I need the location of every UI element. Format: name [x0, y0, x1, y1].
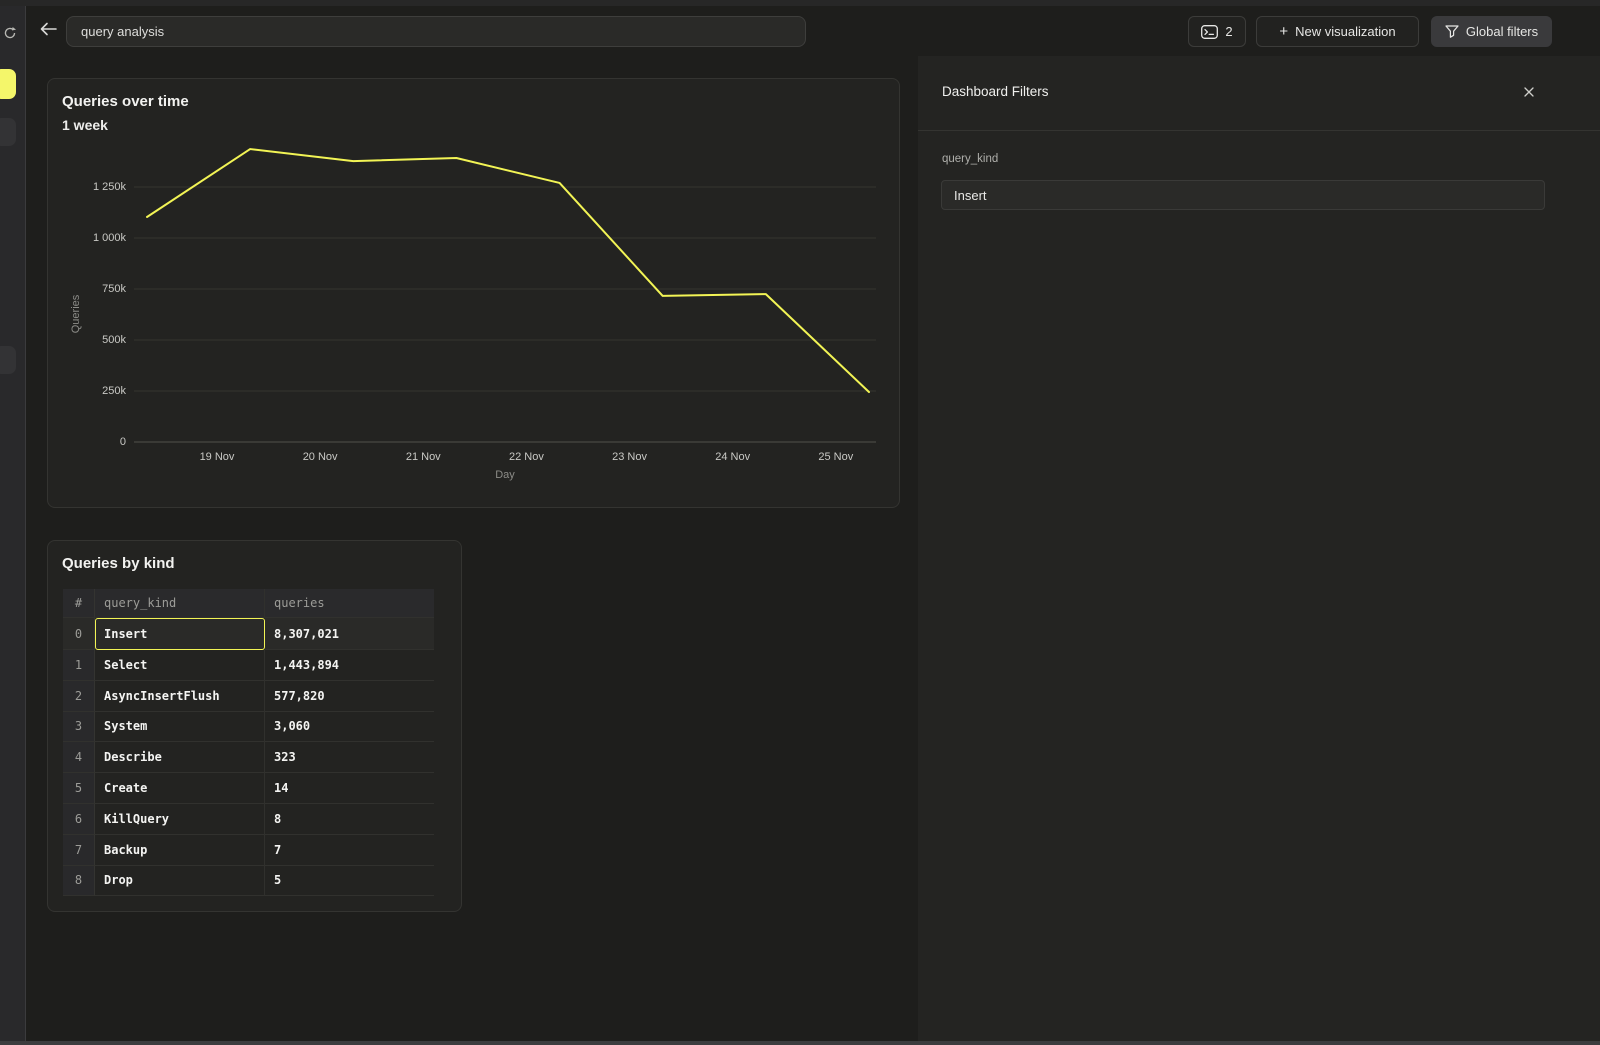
row-index-cell[interactable]: 2 — [63, 681, 95, 712]
terminal-icon — [1201, 25, 1218, 39]
chart-tile: Queries over time 1 week 0250k500k750k1 … — [47, 78, 900, 508]
table-row: 2AsyncInsertFlush577,820 — [63, 681, 434, 712]
x-tick-label: 20 Nov — [280, 450, 360, 464]
query-kind-cell[interactable]: Create — [95, 773, 265, 804]
close-button[interactable] — [1518, 82, 1540, 104]
dashboard-filters-panel: Dashboard Filters query_kind — [918, 56, 1600, 1045]
bottom-edge-strip — [0, 1041, 1600, 1045]
plus-icon: + — [1279, 23, 1288, 40]
queries-cell[interactable]: 8,307,021 — [265, 618, 434, 650]
table-title: Queries by kind — [62, 555, 175, 572]
table-header-row: #query_kindqueries — [63, 589, 434, 618]
dashboard-title-input[interactable] — [66, 16, 806, 47]
y-tick-label: 0 — [48, 435, 126, 449]
column-header-queries[interactable]: queries — [265, 589, 434, 618]
row-index-cell[interactable]: 1 — [63, 650, 95, 681]
funnel-icon — [1445, 25, 1459, 38]
global-filters-button[interactable]: Global filters — [1431, 16, 1552, 47]
filters-panel-title: Dashboard Filters — [942, 84, 1049, 99]
table-row: 4Describe323 — [63, 742, 434, 773]
table-row: 1Select1,443,894 — [63, 650, 434, 681]
row-index-cell[interactable]: 7 — [63, 835, 95, 866]
queries-cell[interactable]: 323 — [265, 742, 434, 773]
row-index-cell[interactable]: 4 — [63, 742, 95, 773]
table-row: 6KillQuery8 — [63, 804, 434, 835]
query-kind-cell[interactable]: Insert — [95, 618, 265, 650]
table-row: 8Drop5 — [63, 866, 434, 897]
line-chart[interactable]: 0 250k 500k 750k 1 000k 1 250k 19 Nov 20 Nov 21 … — [48, 79, 899, 507]
x-tick-label: 22 Nov — [486, 450, 566, 464]
table-row: 0Insert8,307,021 — [63, 618, 434, 650]
query-kind-cell[interactable]: AsyncInsertFlush — [95, 681, 265, 712]
y-tick-label: 750k — [48, 282, 126, 296]
refresh-icon[interactable] — [3, 26, 17, 40]
filter-field-label: query_kind — [942, 153, 998, 165]
y-axis-title: Queries — [69, 274, 83, 354]
row-index-cell[interactable]: 3 — [63, 712, 95, 743]
filters-panel-header: Dashboard Filters — [918, 56, 1600, 131]
chart-canvas[interactable] — [48, 79, 899, 507]
query-kind-cell[interactable]: System — [95, 712, 265, 743]
column-header-query_kind[interactable]: query_kind — [95, 589, 265, 618]
new-visualization-label: New visualization — [1295, 24, 1395, 39]
queries-cell[interactable]: 5 — [265, 866, 434, 897]
x-tick-label: 24 Nov — [693, 450, 773, 464]
y-tick-label: 250k — [48, 384, 126, 398]
queries-cell[interactable]: 3,060 — [265, 712, 434, 743]
query-kind-cell[interactable]: KillQuery — [95, 804, 265, 835]
close-icon — [1524, 87, 1534, 97]
queries-table: #query_kindqueries0Insert8,307,0211Selec… — [63, 589, 434, 896]
y-tick-label: 1 250k — [48, 180, 126, 194]
x-tick-label: 21 Nov — [383, 450, 463, 464]
y-tick-label: 500k — [48, 333, 126, 347]
queries-cell[interactable]: 8 — [265, 804, 434, 835]
row-index-cell[interactable]: 5 — [63, 773, 95, 804]
y-tick-label: 1 000k — [48, 231, 126, 245]
table-tile: Queries by kind #query_kindqueries0Inser… — [47, 540, 462, 912]
line-series-queries — [147, 149, 869, 392]
x-tick-label: 23 Nov — [590, 450, 670, 464]
table-row: 7Backup7 — [63, 835, 434, 866]
queries-cell[interactable]: 7 — [265, 835, 434, 866]
new-visualization-button[interactable]: + New visualization — [1256, 16, 1419, 47]
console-count: 2 — [1225, 24, 1232, 39]
global-filters-label: Global filters — [1466, 24, 1538, 39]
sidebar-item[interactable] — [0, 118, 16, 146]
queries-cell[interactable]: 577,820 — [265, 681, 434, 712]
query-kind-filter-input[interactable] — [941, 180, 1545, 210]
console-count-button[interactable]: 2 — [1188, 16, 1246, 47]
row-index-cell[interactable]: 6 — [63, 804, 95, 835]
x-tick-label: 19 Nov — [177, 450, 257, 464]
x-tick-label: 25 Nov — [796, 450, 876, 464]
row-index-cell[interactable]: 8 — [63, 866, 95, 897]
toolbar: 2 + New visualization Global filters — [0, 6, 1600, 56]
row-index-cell[interactable]: 0 — [63, 618, 95, 650]
query-kind-cell[interactable]: Backup — [95, 835, 265, 866]
left-sidebar — [0, 6, 26, 1041]
back-button[interactable] — [36, 18, 60, 44]
column-header-index[interactable]: # — [63, 589, 95, 618]
query-kind-cell[interactable]: Select — [95, 650, 265, 681]
queries-cell[interactable]: 1,443,894 — [265, 650, 434, 681]
table-row: 5Create14 — [63, 773, 434, 804]
table-row: 3System3,060 — [63, 712, 434, 743]
sidebar-item[interactable] — [0, 346, 16, 374]
sidebar-item-active[interactable] — [0, 69, 16, 99]
x-axis-title: Day — [465, 468, 545, 482]
query-kind-cell[interactable]: Drop — [95, 866, 265, 897]
queries-cell[interactable]: 14 — [265, 773, 434, 804]
arrow-left-icon — [40, 22, 57, 36]
query-kind-cell[interactable]: Describe — [95, 742, 265, 773]
